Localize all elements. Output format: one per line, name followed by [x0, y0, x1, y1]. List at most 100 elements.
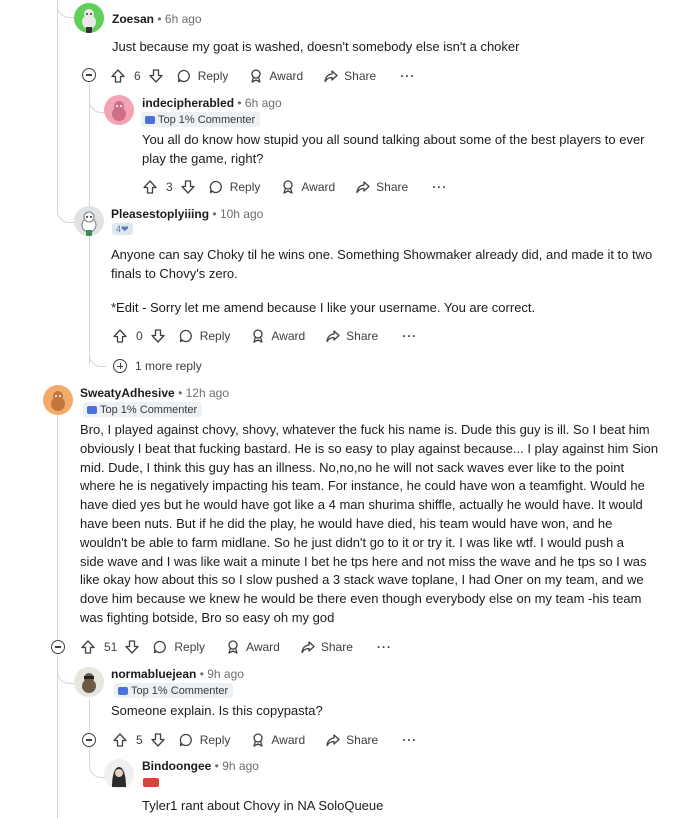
thread-line [89, 700, 90, 732]
comment-line: Someone explain. Is this copypasta? [111, 703, 323, 718]
comment-line: dove him because we knew he would be the… [80, 591, 642, 607]
comment-actions: 0 Reply Award Share ··· [112, 326, 417, 346]
award-button[interactable]: Award [280, 179, 335, 195]
share-button[interactable]: Share [325, 328, 378, 344]
share-icon [325, 732, 341, 748]
username[interactable]: SweatyAdhesive [80, 386, 175, 400]
comment-line [111, 284, 652, 299]
user-flair: 4❤ [112, 223, 133, 235]
expand-icon [113, 359, 127, 373]
avatar[interactable] [74, 206, 104, 236]
thread-connector [89, 344, 106, 367]
username[interactable]: normabluejean [111, 667, 196, 681]
collapse-icon[interactable] [82, 733, 96, 747]
username[interactable]: Pleasestoplyiiing [111, 207, 209, 221]
comment-line: side wave and I was like wait a minute I… [80, 553, 647, 569]
comment-line: obviously I beat that fucking bastard. H… [80, 440, 659, 456]
timestamp[interactable]: 10h ago [220, 207, 263, 221]
timestamp[interactable]: 9h ago [207, 667, 244, 681]
upvote-icon[interactable] [110, 68, 126, 84]
comment-body: Tyler1 rant about Chovy in NA SoloQueue [142, 797, 383, 816]
comment-body: Bro, I played against chovy, shovy, what… [80, 421, 658, 628]
more-icon[interactable]: ··· [432, 180, 447, 194]
comment-line: *Edit - Sorry let me amend because I lik… [111, 299, 536, 315]
more-icon[interactable]: ··· [377, 640, 392, 654]
collapse-icon[interactable] [51, 640, 65, 654]
award-icon [250, 328, 266, 344]
award-button[interactable]: Award [225, 639, 280, 655]
comment-meta: Bindoongee • 9h ago [142, 759, 259, 773]
avatar[interactable] [74, 667, 104, 697]
share-button[interactable]: Share [325, 732, 378, 748]
award-button[interactable]: Award [250, 328, 305, 344]
award-icon [250, 732, 266, 748]
reply-button[interactable]: Reply [176, 68, 228, 84]
username[interactable]: Bindoongee [142, 759, 211, 773]
avatar[interactable] [104, 95, 134, 125]
downvote-icon[interactable] [150, 328, 166, 344]
username[interactable]: indecipherabled [142, 96, 234, 110]
vote-count: 0 [136, 329, 143, 343]
comment-meta: SweatyAdhesive • 12h ago [80, 386, 229, 400]
comment-body: Just because my goat is washed, doesn't … [112, 38, 519, 57]
vote-count: 51 [104, 640, 118, 654]
user-flair [143, 778, 159, 787]
timestamp[interactable]: 12h ago [186, 386, 229, 400]
comment-line: have been nuts. But if he did the play, … [80, 515, 613, 531]
username[interactable]: Zoesan [112, 12, 154, 26]
downvote-icon[interactable] [180, 179, 196, 195]
badge-icon [145, 115, 155, 124]
badge-icon [118, 686, 128, 695]
more-icon[interactable]: ··· [400, 69, 415, 83]
more-icon[interactable]: ··· [402, 329, 417, 343]
reply-button[interactable]: Reply [178, 328, 230, 344]
comment-meta: indecipherabled • 6h ago [142, 96, 282, 110]
reply-icon [152, 639, 168, 655]
comment-actions: 5 Reply Award Share ··· [112, 730, 417, 750]
award-button[interactable]: Award [250, 732, 305, 748]
comment-meta: Pleasestoplyiiing • 10h ago [111, 207, 264, 221]
comment-line: wouldn't be able to farm midlane. So he … [80, 534, 625, 550]
upvote-icon[interactable] [80, 639, 96, 655]
downvote-icon[interactable] [124, 639, 140, 655]
share-icon [323, 68, 339, 84]
reply-icon [208, 179, 224, 195]
share-button[interactable]: Share [355, 179, 408, 195]
share-button[interactable]: Share [323, 68, 376, 84]
vote-count: 5 [136, 733, 143, 747]
comment-line: where he is negatively impacting his tea… [80, 478, 645, 494]
reply-button[interactable]: Reply [152, 639, 205, 655]
reply-icon [178, 732, 194, 748]
share-button[interactable]: Share [300, 639, 353, 655]
commenter-badge: Top 1% Commenter [141, 112, 261, 127]
thread-connector [57, 0, 74, 223]
downvote-icon[interactable] [148, 68, 164, 84]
comment-actions: 51 Reply Award Share ··· [80, 637, 392, 657]
comment-line: have died yes but he would have got like… [80, 497, 643, 513]
more-replies-button[interactable]: 1 more reply [113, 359, 202, 373]
comment-line: Tyler1 rant about Chovy in NA SoloQueue [142, 798, 384, 813]
reply-icon [176, 68, 192, 84]
comment-actions: 6 Reply Award Share ··· [110, 66, 415, 86]
upvote-icon[interactable] [112, 732, 128, 748]
timestamp[interactable]: 9h ago [222, 759, 259, 773]
upvote-icon[interactable] [112, 328, 128, 344]
reply-button[interactable]: Reply [208, 179, 260, 195]
avatar[interactable] [74, 3, 104, 33]
timestamp[interactable]: 6h ago [165, 12, 202, 26]
comment-line: Bro, I played against chovy, shovy, what… [80, 422, 650, 437]
downvote-icon[interactable] [150, 732, 166, 748]
avatar[interactable] [104, 759, 134, 789]
comment-line: Anyone can say Choky til he wins one. So… [111, 247, 653, 262]
upvote-icon[interactable] [142, 179, 158, 195]
timestamp[interactable]: 6h ago [245, 96, 282, 110]
comment-actions: 3 Reply Award Share ··· [142, 177, 447, 197]
vote-count: 3 [166, 180, 173, 194]
more-icon[interactable]: ··· [402, 733, 417, 747]
avatar[interactable] [43, 385, 73, 415]
share-icon [355, 179, 371, 195]
reply-button[interactable]: Reply [178, 732, 230, 748]
award-button[interactable]: Award [248, 68, 303, 84]
badge-icon [87, 405, 97, 414]
collapse-icon[interactable] [82, 68, 96, 82]
